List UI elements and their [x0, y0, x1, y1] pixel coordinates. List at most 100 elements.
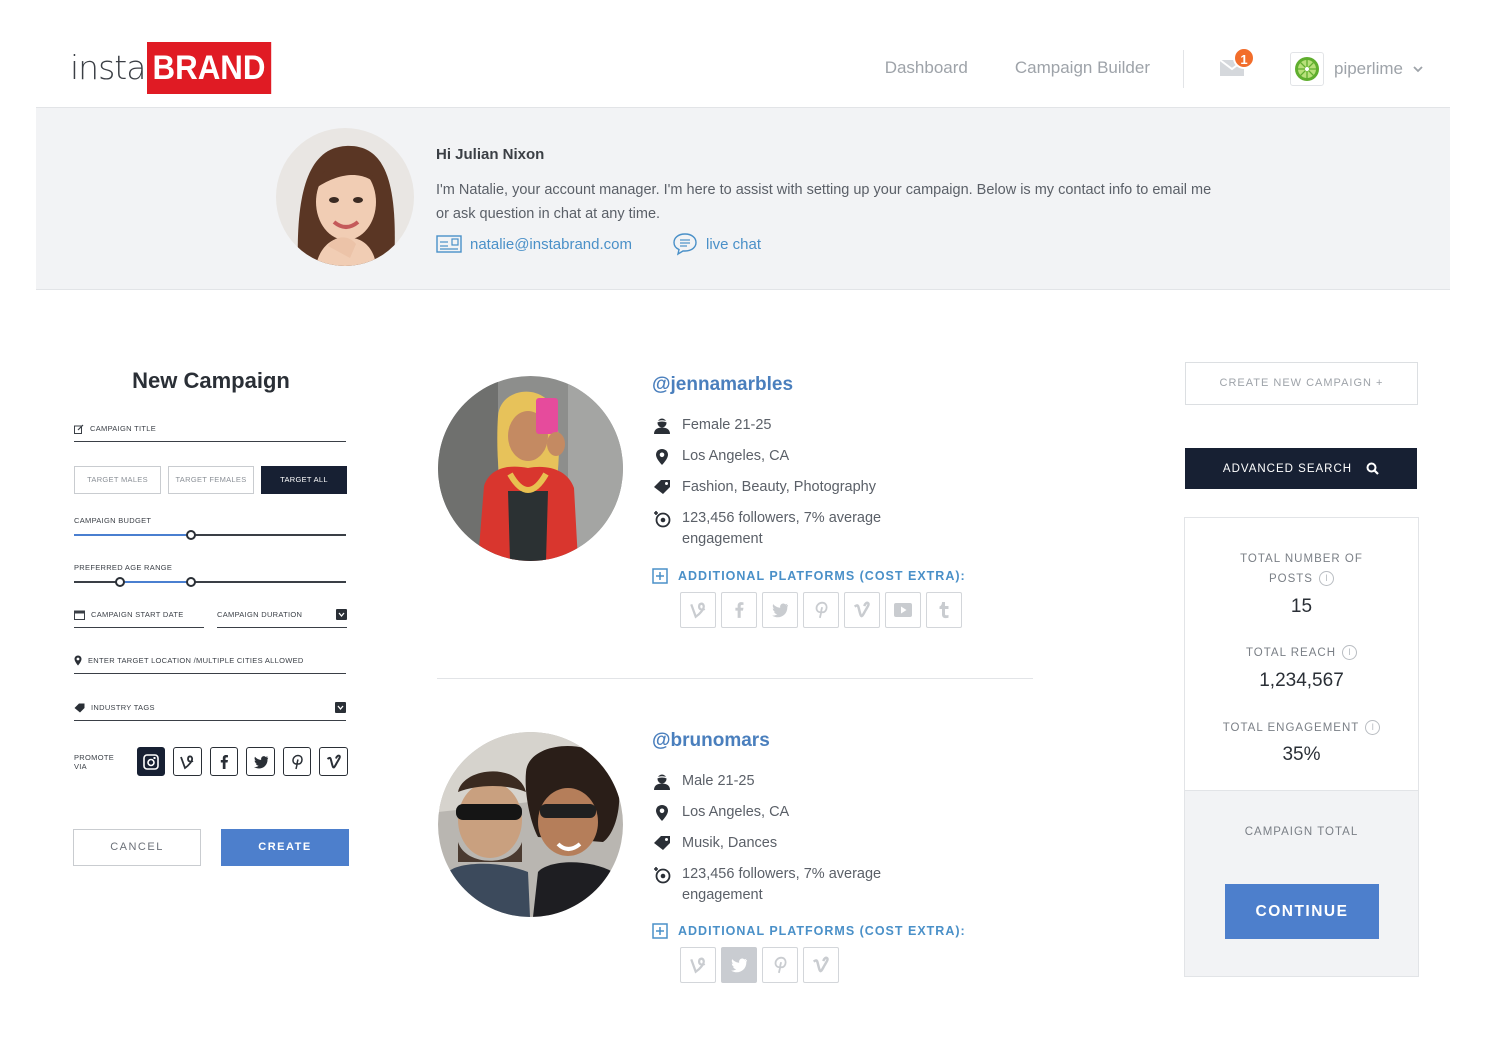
target-location-label: Enter target location /multiple cities a…: [88, 656, 304, 665]
reach-label: Total Reach i: [1185, 643, 1418, 663]
platform-pinterest-icon[interactable]: [762, 947, 798, 983]
duration-select[interactable]: Campaign Duration: [217, 608, 347, 628]
posts-value: 15: [1290, 596, 1313, 617]
search-icon: [1366, 462, 1379, 475]
target-all-button[interactable]: Target All: [261, 466, 347, 494]
plus-box-icon: [652, 923, 668, 939]
additional-platforms-list: [680, 947, 839, 983]
influencer-handle[interactable]: @jennamarbles: [652, 374, 793, 396]
info-icon[interactable]: i: [1365, 720, 1381, 735]
influencer-stats: 123,456 followers, 7% average engagement: [652, 864, 912, 906]
additional-platforms-label: Additional Platforms (Cost Extra):: [652, 568, 966, 584]
target-females-button[interactable]: Target Females: [168, 466, 254, 494]
campaign-stats: Total Number of Posts i 15 Total Reach i 1…: [1185, 518, 1418, 790]
platform-tumblr-icon[interactable]: [926, 592, 962, 628]
platform-vimeo-icon[interactable]: [803, 947, 839, 983]
promote-via-label: Promote via: [74, 752, 115, 771]
nav-divider: [1183, 50, 1184, 88]
start-date-field[interactable]: Campaign Start Date: [74, 608, 204, 628]
campaign-total-section: Campaign Total Continue: [1185, 790, 1418, 976]
influencer-handle[interactable]: @brunomars: [652, 730, 770, 752]
dropdown-arrow-icon: [335, 702, 346, 713]
campaign-title-label: Campaign Title: [90, 424, 157, 433]
platform-vine-icon[interactable]: [680, 947, 716, 983]
continue-button[interactable]: Continue: [1225, 884, 1379, 939]
influencer-tags: Musik, Dances: [652, 833, 912, 854]
location-pin-icon: [656, 449, 668, 465]
dropdown-arrow-icon: [336, 609, 347, 620]
age-range-slider[interactable]: [74, 577, 346, 587]
mail-icon[interactable]: 1: [1219, 47, 1255, 80]
promote-instagram-icon[interactable]: [136, 747, 166, 776]
industry-tags-label: Industry Tags: [91, 703, 155, 712]
location-text: Los Angeles, CA: [682, 804, 790, 820]
platform-facebook-icon[interactable]: [721, 592, 757, 628]
promote-twitter-icon[interactable]: [246, 747, 275, 776]
industry-tags-select[interactable]: Industry Tags: [74, 701, 346, 721]
nav-campaign-builder[interactable]: Campaign Builder: [1015, 58, 1150, 78]
influencer-location: Los Angeles, CA: [652, 446, 912, 467]
budget-slider-fill: [74, 534, 191, 536]
promote-vimeo-icon[interactable]: [319, 747, 348, 776]
chevron-down-icon: [1413, 66, 1423, 73]
platform-vine-icon[interactable]: [680, 592, 716, 628]
campaign-title-field[interactable]: Campaign Title: [74, 422, 346, 442]
main-nav: Dashboard Campaign Builder: [885, 58, 1150, 78]
posts-label-text: Total Number of Posts: [1240, 553, 1363, 585]
instabrand-logo[interactable]: insta BRAND: [70, 42, 282, 94]
campaign-summary-panel: Total Number of Posts i 15 Total Reach i 1…: [1184, 517, 1419, 977]
budget-label: Campaign Budget: [74, 516, 152, 525]
demographic-text: Male 21-25: [682, 773, 755, 789]
influencer-tags: Fashion, Beauty, Photography: [652, 477, 912, 498]
location-pin-icon: [74, 655, 82, 666]
lime-logo-icon: [1295, 57, 1319, 81]
influencer-photo[interactable]: [438, 376, 623, 561]
cancel-button[interactable]: Cancel: [73, 829, 201, 866]
campaign-total-label: Campaign Total: [1244, 826, 1359, 838]
nav-dashboard[interactable]: Dashboard: [885, 58, 968, 78]
advanced-search-button[interactable]: Advanced Search: [1185, 448, 1417, 489]
tag-icon: [654, 836, 670, 850]
stats-text: 123,456 followers, 7% average engagement: [682, 866, 882, 903]
info-icon[interactable]: i: [1318, 571, 1334, 586]
plus-box-icon: [652, 568, 668, 584]
user-icon: [654, 774, 670, 790]
promote-facebook-icon[interactable]: [209, 747, 239, 776]
pinterest-icon: [292, 754, 303, 769]
username: piperlime: [1334, 59, 1403, 78]
influencer-stats: 123,456 followers, 7% average engagement: [652, 508, 912, 550]
contact-links: natalie@instabrand.com live chat: [436, 232, 761, 256]
additional-platforms-text: Additional Platforms (Cost Extra):: [678, 569, 966, 583]
email-link[interactable]: natalie@instabrand.com: [436, 235, 632, 253]
industry-tags-group: Industry Tags: [74, 703, 155, 713]
age-range-high-handle[interactable]: [185, 577, 196, 587]
platform-pinterest-icon[interactable]: [803, 592, 839, 628]
manager-intro: I'm Natalie, your account manager. I'm h…: [436, 182, 1212, 222]
platform-vimeo-icon[interactable]: [844, 592, 880, 628]
budget-slider[interactable]: [74, 530, 346, 540]
platform-twitter-icon[interactable]: [762, 592, 798, 628]
live-chat-link[interactable]: live chat: [672, 232, 761, 256]
tags-text: Musik, Dances: [682, 835, 778, 851]
user-menu[interactable]: piperlime: [1290, 52, 1423, 86]
create-new-campaign-button[interactable]: Create New Campaign +: [1185, 362, 1418, 405]
logo-brand-text: BRAND: [147, 42, 272, 94]
info-icon[interactable]: i: [1342, 645, 1358, 660]
create-button[interactable]: Create: [221, 829, 349, 866]
budget-slider-handle[interactable]: [185, 530, 196, 540]
platform-twitter-icon[interactable]: [721, 947, 757, 983]
chat-bubble-icon: [673, 233, 697, 256]
target-location-field[interactable]: Enter target location /multiple cities a…: [74, 654, 346, 674]
tags-text: Fashion, Beauty, Photography: [682, 479, 876, 495]
influencer-location: Los Angeles, CA: [652, 802, 912, 823]
additional-platforms-label: Additional Platforms (Cost Extra):: [652, 923, 966, 939]
platform-youtube-icon[interactable]: [885, 592, 921, 628]
form-title: New Campaign: [132, 368, 290, 393]
promote-pinterest-icon[interactable]: [282, 747, 312, 776]
target-males-button[interactable]: Target Males: [74, 466, 161, 494]
promote-vine-icon[interactable]: [173, 747, 202, 776]
age-range-low-handle[interactable]: [115, 577, 126, 587]
influencer-photo[interactable]: [438, 732, 623, 917]
notification-badge: 1: [1233, 47, 1255, 69]
engagement-icon: [654, 867, 671, 884]
